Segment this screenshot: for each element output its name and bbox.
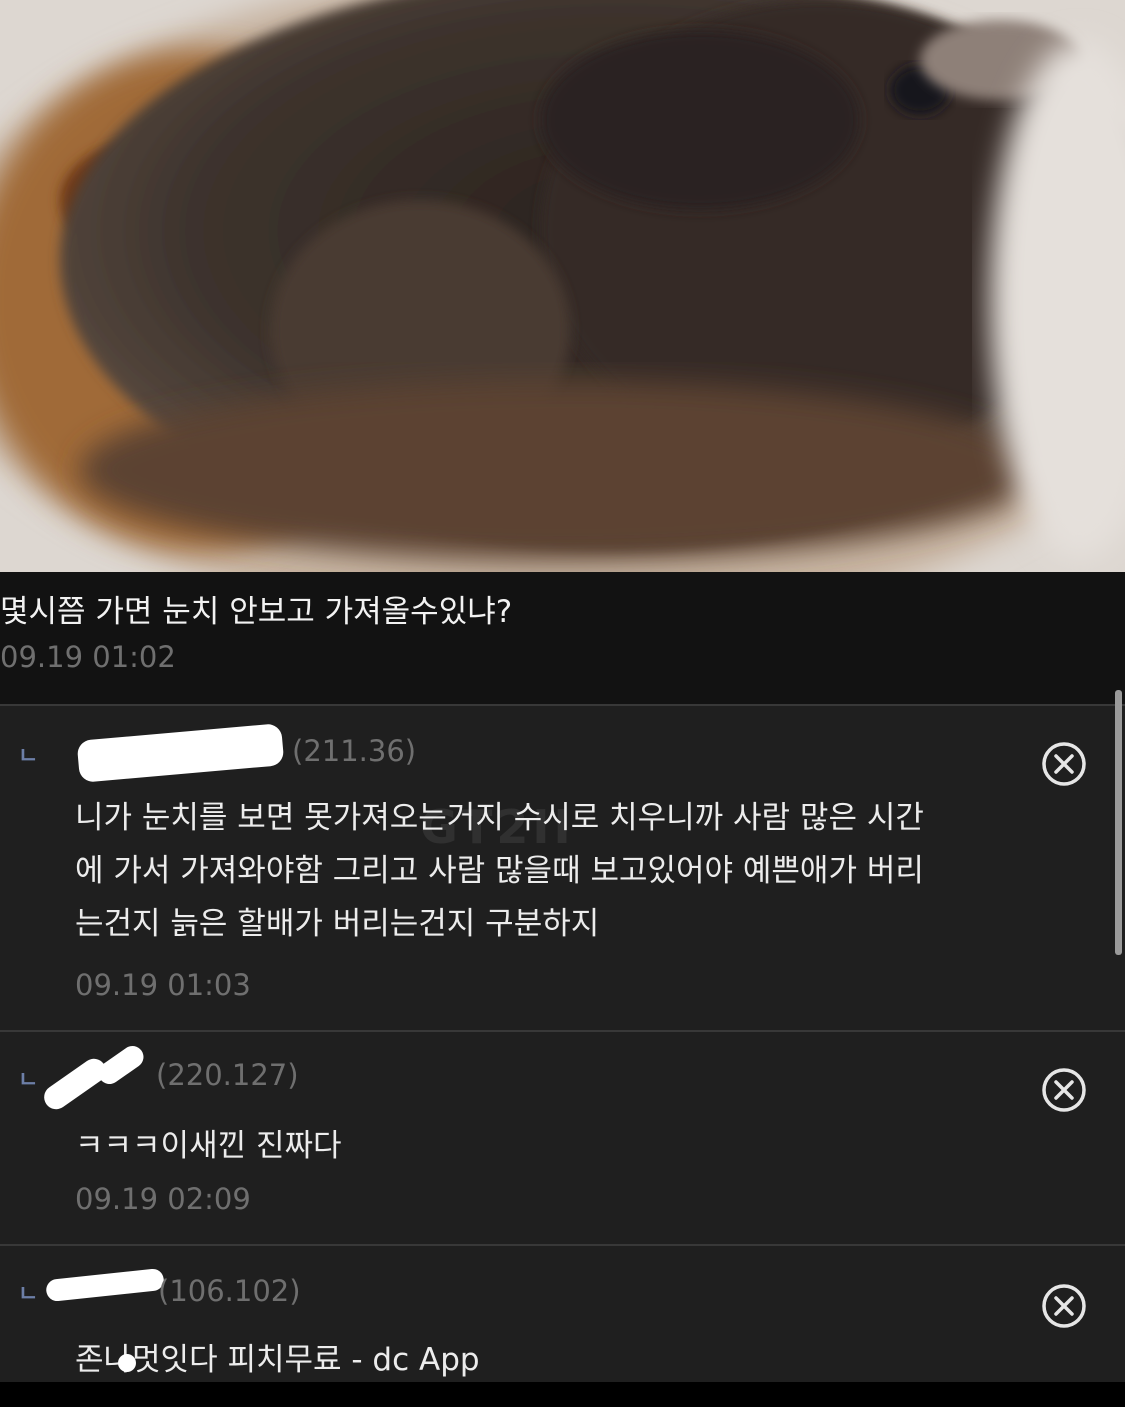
post-text: 몇시쯤 가면 눈치 안보고 가져올수있냐? [0,594,513,630]
bottom-bar [0,1382,1125,1407]
delete-comment-button[interactable] [1040,740,1088,788]
comment-text: 존나멋잇다 피치무료 - dc App [75,1342,480,1378]
comment-item: ㄴ (106.102) 존나멋잇다 피치무료 - dc App [0,1244,1125,1384]
delete-comment-button[interactable] [1040,1066,1088,1114]
food-photo-graphic [0,0,1125,572]
comment-item: ㄴ (220.127) ㅋㅋㅋ이새낀 진짜다 09.19 02:09 [0,1030,1125,1246]
watermark: GT2II [420,800,575,854]
comment-text: 니가 눈치를 보면 못가져오는거지 수시로 치우니까 사람 많은 시간 에 가서… [75,800,924,942]
close-circle-icon [1042,1284,1086,1328]
reply-arrow-icon: ㄴ [18,1068,39,1093]
comment-ip: (106.102) [158,1274,301,1308]
comment-text: ㅋㅋㅋ이새낀 진짜다 [75,1128,342,1164]
post-timestamp: 09.19 01:02 [0,640,176,674]
redacted-username [76,723,285,783]
food-photo [0,0,1125,572]
redacted-username [45,1267,165,1303]
comment-item: ㄴ (211.36) 니가 눈치를 보면 못가져오는거지 수시로 치우니까 사람… [0,704,1125,1032]
comment-timestamp: 09.19 01:03 [75,968,251,1002]
redacted-username [94,1041,148,1089]
reply-arrow-icon: ㄴ [18,744,39,769]
close-circle-icon [1042,1068,1086,1112]
comment-ip: (211.36) [292,734,417,768]
post-section: 몇시쯤 가면 눈치 안보고 가져올수있냐? 09.19 01:02 [0,572,1125,704]
redacted-username [39,1054,111,1114]
comment-timestamp: 09.19 02:09 [75,1182,251,1216]
scrollbar[interactable] [1115,690,1122,955]
redaction-dot [118,1354,136,1372]
delete-comment-button[interactable] [1040,1282,1088,1330]
comment-ip: (220.127) [156,1058,299,1092]
close-circle-icon [1042,742,1086,786]
reply-arrow-icon: ㄴ [18,1282,39,1307]
